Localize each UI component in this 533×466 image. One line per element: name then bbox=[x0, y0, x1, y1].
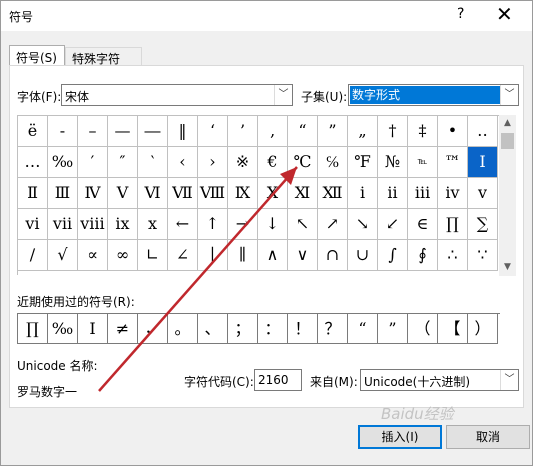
symbol-dialog: 符号 ? ✕ 符号(S) 特殊字符(P) 字体(F): 宋体 ﹀ 子集(U): … bbox=[0, 0, 533, 466]
annotation-arrow-line bbox=[98, 166, 298, 392]
annotation-arrow-icon bbox=[98, 166, 298, 392]
